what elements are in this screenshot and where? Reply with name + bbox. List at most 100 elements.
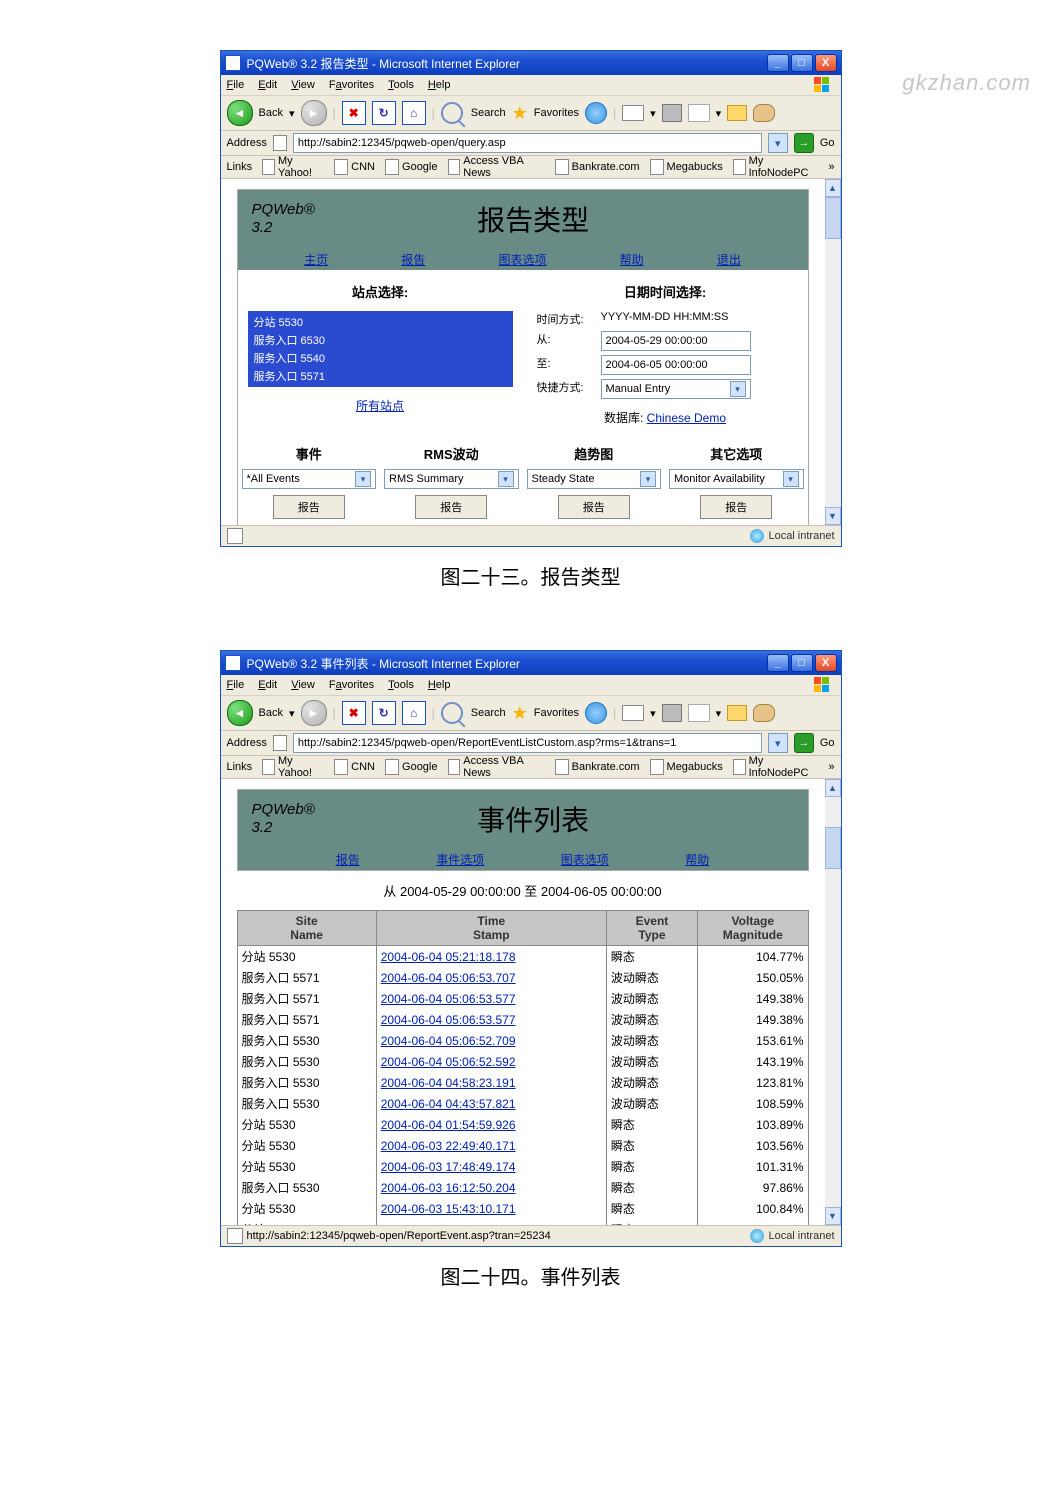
favorites-label[interactable]: Favorites [534, 107, 579, 119]
database-link[interactable]: Chinese Demo [647, 411, 726, 425]
link-item[interactable]: Google [385, 759, 437, 775]
th-type[interactable]: EventType [606, 911, 697, 946]
search-label[interactable]: Search [471, 107, 506, 119]
cell-timestamp[interactable]: 2004-06-04 05:06:53.707 [376, 967, 606, 988]
th-site[interactable]: SiteName [237, 911, 376, 946]
scrollbar[interactable]: ▲ ▼ [825, 179, 841, 525]
menu-tools[interactable]: Tools [388, 679, 414, 691]
menu-favorites[interactable]: Favorites [329, 679, 374, 691]
rms-select[interactable]: RMS Summary▾ [384, 469, 519, 489]
nav-help[interactable]: 帮助 [685, 851, 709, 868]
go-button[interactable]: → [794, 133, 814, 153]
mail-icon[interactable] [622, 705, 644, 721]
menu-tools[interactable]: Tools [388, 79, 414, 91]
th-time[interactable]: TimeStamp [376, 911, 606, 946]
close-button[interactable]: X [815, 654, 837, 672]
link-item[interactable]: Megabucks [650, 159, 723, 175]
quick-select[interactable]: Manual Entry▾ [601, 379, 751, 399]
link-item[interactable]: My Yahoo! [262, 756, 324, 779]
nav-report[interactable]: 报告 [401, 251, 425, 268]
link-item[interactable]: My InfoNodePC [733, 156, 819, 179]
back-button[interactable]: ◄ [227, 700, 253, 726]
link-item[interactable]: Megabucks [650, 759, 723, 775]
menu-file[interactable]: File [227, 679, 245, 691]
favorites-label[interactable]: Favorites [534, 707, 579, 719]
print-icon[interactable] [662, 104, 682, 122]
back-dropdown-icon[interactable]: ▾ [289, 107, 295, 120]
stop-button[interactable]: ✖ [342, 101, 366, 125]
folder-icon[interactable] [727, 105, 747, 121]
minimize-button[interactable]: _ [767, 654, 789, 672]
close-button[interactable]: X [815, 54, 837, 72]
site-option[interactable]: 服务入口 6530 [250, 331, 511, 349]
titlebar[interactable]: PQWeb® 3.2 事件列表 - Microsoft Internet Exp… [221, 651, 841, 675]
link-item[interactable]: Bankrate.com [555, 159, 640, 175]
media-icon[interactable] [585, 702, 607, 724]
search-icon[interactable] [441, 702, 463, 724]
nav-home[interactable]: 主页 [304, 251, 328, 268]
cell-timestamp[interactable]: 2004-06-03 22:49:40.171 [376, 1135, 606, 1156]
back-dropdown-icon[interactable]: ▾ [289, 707, 295, 720]
link-item[interactable]: Access VBA News [448, 756, 545, 779]
maximize-button[interactable]: □ [791, 54, 813, 72]
scrollbar[interactable]: ▲ ▼ [825, 779, 841, 1225]
go-button[interactable]: → [794, 733, 814, 753]
favorites-icon[interactable]: ★ [512, 103, 528, 124]
other-report-button[interactable]: 报告 [700, 495, 772, 519]
edit-icon[interactable] [688, 704, 710, 722]
menu-help[interactable]: Help [428, 679, 451, 691]
from-input[interactable] [601, 331, 751, 351]
forward-button[interactable]: ► [301, 100, 327, 126]
cell-timestamp[interactable]: 2004-06-04 01:54:59.926 [376, 1114, 606, 1135]
home-button[interactable]: ⌂ [402, 701, 426, 725]
all-sites-link[interactable]: 所有站点 [356, 397, 404, 414]
folder-icon[interactable] [727, 705, 747, 721]
link-item[interactable]: My Yahoo! [262, 156, 324, 179]
stop-button[interactable]: ✖ [342, 701, 366, 725]
media-icon[interactable] [585, 102, 607, 124]
cell-timestamp[interactable]: 2004-06-03 15:43:10.171 [376, 1198, 606, 1219]
other-select[interactable]: Monitor Availability▾ [669, 469, 804, 489]
palette-icon[interactable] [753, 704, 775, 722]
address-dropdown-icon[interactable]: ▾ [768, 733, 788, 753]
cell-timestamp[interactable]: 2004-06-04 05:06:52.592 [376, 1051, 606, 1072]
edit-icon[interactable] [688, 104, 710, 122]
nav-logout[interactable]: 退出 [717, 251, 741, 268]
site-option[interactable]: 分站 5530 [250, 313, 511, 331]
cell-timestamp[interactable]: 2004-06-04 05:06:52.709 [376, 1030, 606, 1051]
cell-timestamp[interactable]: 2004-06-03 16:12:50.204 [376, 1177, 606, 1198]
scroll-thumb[interactable] [825, 197, 841, 239]
palette-icon[interactable] [753, 104, 775, 122]
cell-timestamp[interactable]: 2004-06-04 05:06:53.577 [376, 988, 606, 1009]
site-option[interactable]: 服务入口 5540 [250, 349, 511, 367]
events-report-button[interactable]: 报告 [273, 495, 345, 519]
link-item[interactable]: CNN [334, 759, 375, 775]
menu-file[interactable]: File [227, 79, 245, 91]
minimize-button[interactable]: _ [767, 54, 789, 72]
maximize-button[interactable]: □ [791, 654, 813, 672]
cell-timestamp[interactable]: 2004-06-04 05:21:18.178 [376, 946, 606, 968]
menu-view[interactable]: View [291, 79, 315, 91]
refresh-button[interactable]: ↻ [372, 701, 396, 725]
rms-report-button[interactable]: 报告 [415, 495, 487, 519]
scroll-down-icon[interactable]: ▼ [825, 1207, 841, 1225]
search-label[interactable]: Search [471, 707, 506, 719]
cell-timestamp[interactable]: 2004-06-04 05:06:53.577 [376, 1009, 606, 1030]
scroll-up-icon[interactable]: ▲ [825, 179, 841, 197]
nav-report[interactable]: 报告 [336, 851, 360, 868]
print-icon[interactable] [662, 704, 682, 722]
th-vm[interactable]: VoltageMagnitude [698, 911, 808, 946]
site-option[interactable]: 服务入口 5571 [250, 367, 511, 385]
cell-timestamp[interactable]: 2004-06-04 04:43:57.821 [376, 1093, 606, 1114]
to-input[interactable] [601, 355, 751, 375]
home-button[interactable]: ⌂ [402, 101, 426, 125]
scroll-up-icon[interactable]: ▲ [825, 779, 841, 797]
menu-help[interactable]: Help [428, 79, 451, 91]
trend-report-button[interactable]: 报告 [558, 495, 630, 519]
menu-edit[interactable]: Edit [258, 79, 277, 91]
favorites-icon[interactable]: ★ [512, 703, 528, 724]
link-item[interactable]: CNN [334, 159, 375, 175]
nav-event-options[interactable]: 事件选项 [436, 851, 484, 868]
link-item[interactable]: Access VBA News [448, 156, 545, 179]
menu-edit[interactable]: Edit [258, 679, 277, 691]
